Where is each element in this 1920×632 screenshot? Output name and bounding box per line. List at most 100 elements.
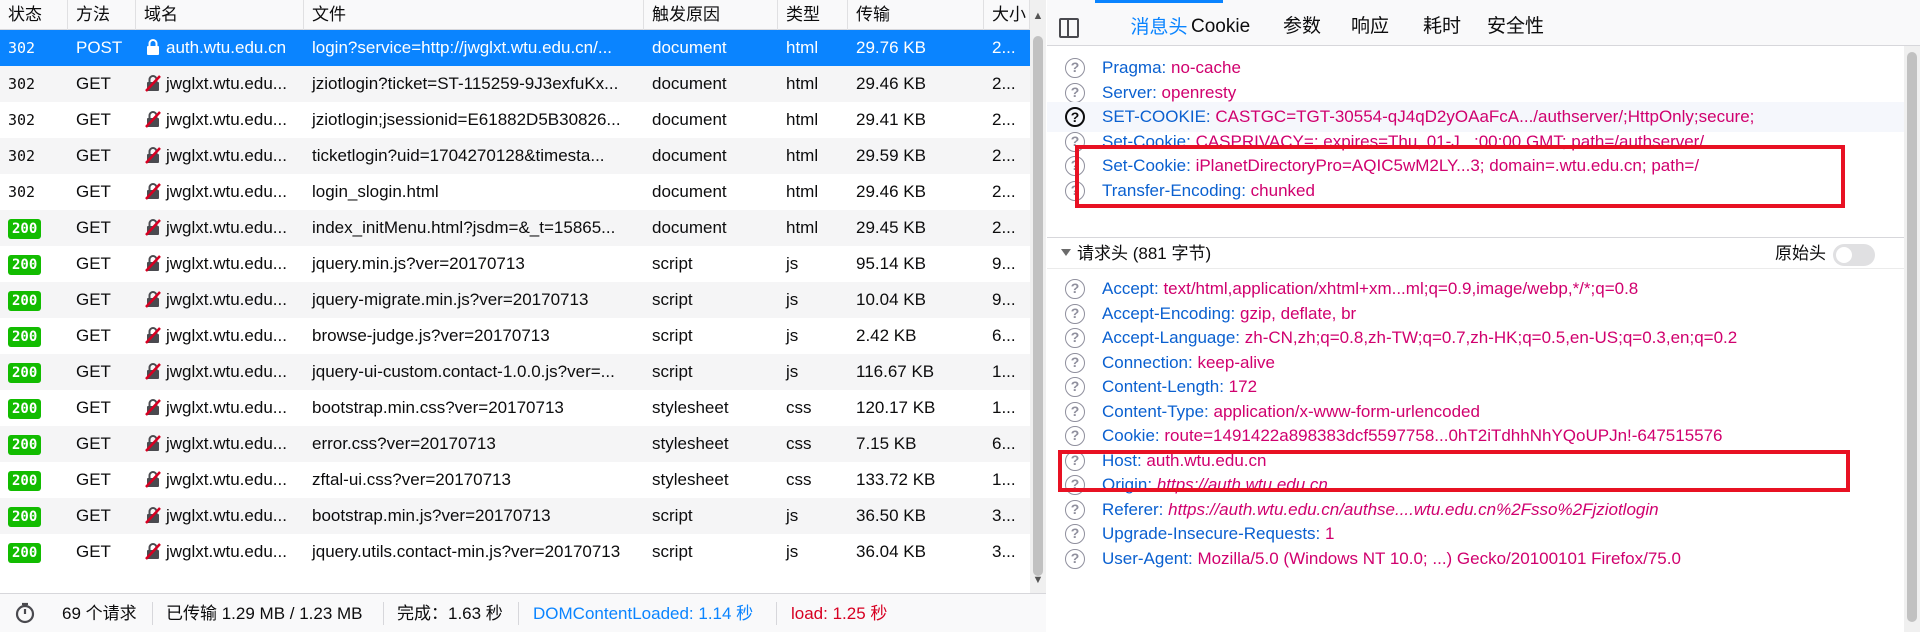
insecure-lock-icon	[144, 290, 166, 309]
table-row[interactable]: 302 POST auth.wtu.edu.cn login?service=http…	[0, 30, 1030, 66]
insecure-lock-icon	[144, 506, 166, 525]
insecure-lock-icon	[144, 434, 166, 453]
help-icon[interactable]: ?	[1065, 548, 1085, 569]
request-count: 69 个请求	[62, 604, 137, 623]
status-code: 200	[8, 218, 42, 239]
insecure-lock-icon	[145, 507, 161, 524]
request-headers-section[interactable]: 请求头 (881 字节) 原始头	[1047, 237, 1904, 269]
toggle-sidebar-icon[interactable]	[1059, 18, 1079, 38]
col-file[interactable]: 文件	[304, 0, 644, 30]
table-row[interactable]: 200 GET jwglxt.wtu.edu... bootstrap.min.js?…	[0, 498, 1030, 534]
cell-method: GET	[76, 146, 111, 165]
scroll-down-icon[interactable]: ▼	[1030, 572, 1046, 588]
cell-domain: jwglxt.wtu.edu...	[136, 282, 304, 318]
help-icon[interactable]: ?	[1065, 107, 1085, 127]
cell-file: jquery-ui-custom.contact-1.0.0.js?ver=..…	[312, 362, 615, 381]
col-transferred[interactable]: 传输	[848, 0, 984, 30]
cell-domain: auth.wtu.edu.cn	[136, 30, 304, 66]
cell-file: browse-judge.js?ver=20170713	[312, 326, 550, 345]
status-code: 200	[8, 506, 42, 527]
insecure-lock-icon	[145, 363, 161, 380]
col-domain[interactable]: 域名	[136, 0, 304, 30]
cell-status: 200	[0, 318, 68, 354]
help-icon[interactable]: ?	[1065, 82, 1085, 103]
table-row[interactable]: 302 GET jwglxt.wtu.edu... login_slogin.html…	[0, 174, 1030, 210]
table-row[interactable]: 200 GET jwglxt.wtu.edu... jquery.min.js?ver…	[0, 246, 1030, 282]
cell-type: css	[786, 398, 812, 417]
insecure-lock-icon	[145, 111, 161, 128]
table-row[interactable]: 200 GET jwglxt.wtu.edu... browse-judge.js?v…	[0, 318, 1030, 354]
table-row[interactable]: 302 GET jwglxt.wtu.edu... jziotlogin;jsessi…	[0, 102, 1030, 138]
scroll-up-icon[interactable]: ▲	[1030, 8, 1046, 24]
help-icon[interactable]: ?	[1065, 352, 1085, 373]
col-cause[interactable]: 触发原因	[644, 0, 778, 30]
table-row[interactable]: 200 GET jwglxt.wtu.edu... error.css?ver=201…	[0, 426, 1030, 462]
col-type[interactable]: 类型	[778, 0, 848, 30]
help-icon[interactable]: ?	[1065, 303, 1085, 324]
header-value: Mozilla/5.0 (Windows NT 10.0; ...) Gecko…	[1197, 548, 1681, 568]
cell-cause: stylesheet	[652, 434, 729, 453]
cell-method: GET	[76, 290, 111, 309]
tab-timings[interactable]: 耗时	[1423, 0, 1461, 46]
help-icon[interactable]: ?	[1065, 401, 1085, 422]
raw-headers-toggle[interactable]	[1833, 244, 1875, 266]
request-list-scrollbar[interactable]: ▲ ▼	[1030, 0, 1046, 593]
cell-type: js	[786, 254, 799, 273]
cell-cause: script	[652, 542, 693, 561]
header-name: User-Agent:	[1102, 548, 1193, 568]
scrollbar-thumb[interactable]	[1907, 52, 1917, 622]
cell-domain: jwglxt.wtu.edu...	[136, 66, 304, 102]
help-icon[interactable]: ?	[1065, 426, 1085, 446]
cell-transferred: 29.45 KB	[856, 218, 926, 237]
tab-security[interactable]: 安全性	[1487, 0, 1544, 46]
help-icon[interactable]: ?	[1065, 328, 1085, 348]
header-entry: User-Agent: Mozilla/5.0 (Windows NT 10.0…	[1102, 544, 1681, 574]
col-method[interactable]: 方法	[68, 0, 136, 30]
header-name: Content-Length:	[1102, 377, 1224, 396]
help-icon[interactable]: ?	[1065, 377, 1085, 397]
dom-content-loaded: DOMContentLoaded: 1.14 秒	[533, 604, 754, 623]
help-icon[interactable]: ?	[1065, 279, 1085, 299]
status-code: 200	[8, 326, 42, 347]
table-row[interactable]: 200 GET jwglxt.wtu.edu... zftal-ui.css?ver=…	[0, 462, 1030, 498]
cell-status: 200	[0, 390, 68, 426]
help-icon[interactable]: ?	[1065, 524, 1085, 544]
scrollbar-thumb[interactable]	[1033, 36, 1043, 576]
table-row[interactable]: 200 GET jwglxt.wtu.edu... bootstrap.min.css…	[0, 390, 1030, 426]
insecure-lock-icon	[145, 543, 161, 560]
table-row[interactable]: 200 GET jwglxt.wtu.edu... index_initMenu.ht…	[0, 210, 1030, 246]
table-row[interactable]: 200 GET jwglxt.wtu.edu... jquery-ui-custom.…	[0, 354, 1030, 390]
table-row[interactable]: 302 GET jwglxt.wtu.edu... jziotlogin?ticket…	[0, 66, 1030, 102]
cell-domain: jwglxt.wtu.edu...	[136, 174, 304, 210]
insecure-lock-icon	[145, 219, 161, 236]
details-scrollbar[interactable]	[1904, 46, 1920, 632]
insecure-lock-icon	[144, 542, 166, 561]
table-row[interactable]: 302 GET jwglxt.wtu.edu... ticketlogin?uid=1…	[0, 138, 1030, 174]
table-row[interactable]: 200 GET jwglxt.wtu.edu... jquery.utils.cont…	[0, 534, 1030, 570]
header-line[interactable]: ? User-Agent: Mozilla/5.0 (Windows NT 10.…	[1047, 544, 1904, 574]
cell-type: js	[786, 290, 799, 309]
help-icon[interactable]: ?	[1065, 58, 1085, 78]
cell-domain: jwglxt.wtu.edu...	[136, 210, 304, 246]
request-rows: 302 POST auth.wtu.edu.cn login?service=http…	[0, 30, 1030, 593]
col-status[interactable]: 状态	[0, 0, 68, 30]
header-name: Pragma:	[1102, 58, 1167, 77]
cell-file: bootstrap.min.js?ver=20170713	[312, 506, 551, 525]
insecure-lock-icon	[144, 218, 166, 237]
cell-size: 2...	[992, 110, 1016, 129]
cell-status: 200	[0, 354, 68, 390]
cell-method: GET	[76, 434, 111, 453]
cell-size: 6...	[992, 434, 1016, 453]
table-row[interactable]: 200 GET jwglxt.wtu.edu... jquery-migrate.mi…	[0, 282, 1030, 318]
tab-params[interactable]: 参数	[1283, 0, 1321, 46]
col-size[interactable]: 大小	[984, 0, 1030, 30]
cell-type: js	[786, 362, 799, 381]
insecure-lock-icon	[145, 291, 161, 308]
tab-response[interactable]: 响应	[1351, 0, 1389, 46]
cell-size: 2...	[992, 218, 1016, 237]
tab-cookie[interactable]: Cookie	[1191, 0, 1250, 46]
help-icon[interactable]: ?	[1065, 499, 1085, 520]
load-time: load: 1.25 秒	[791, 604, 888, 623]
insecure-lock-icon	[144, 470, 166, 489]
collapse-triangle-icon[interactable]	[1061, 249, 1071, 256]
